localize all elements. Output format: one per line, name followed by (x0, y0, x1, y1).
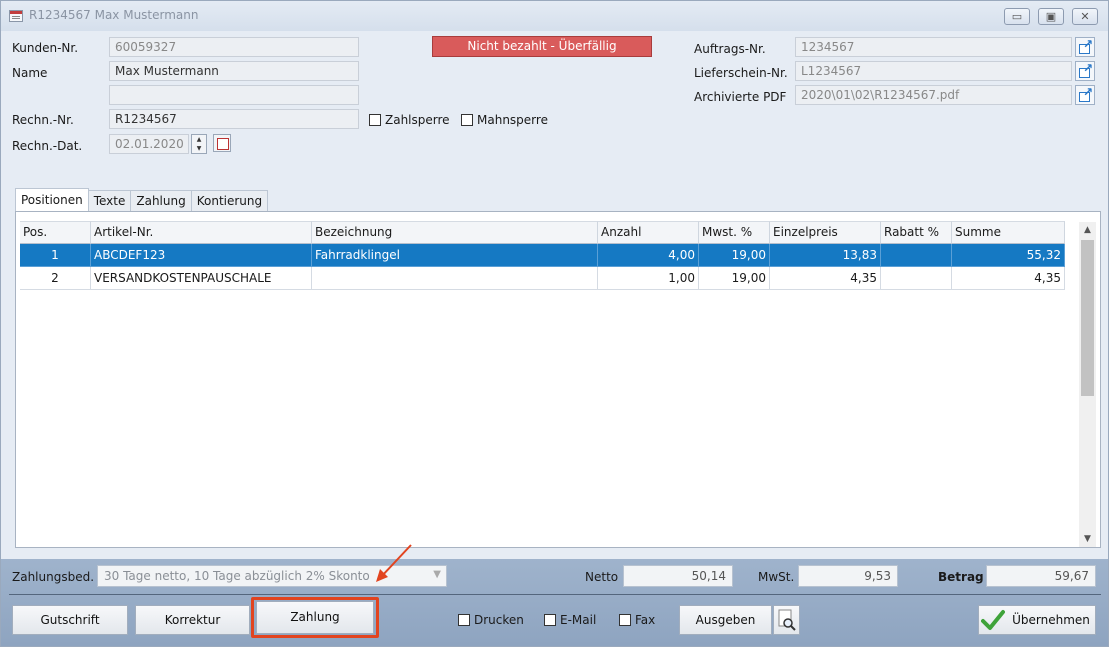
drucken-label: Drucken (474, 613, 524, 627)
col-header-artikel[interactable]: Artikel-Nr. (91, 221, 312, 244)
calendar-icon[interactable] (213, 134, 231, 152)
scroll-up-icon[interactable]: ▲ (1079, 222, 1096, 238)
col-header-einzelpreis[interactable]: Einzelpreis (770, 221, 881, 244)
zahlsperre-label: Zahlsperre (385, 113, 450, 127)
fax-checkbox-box[interactable] (619, 614, 631, 626)
cell-artikel: ABCDEF123 (91, 244, 312, 267)
col-header-bezeichnung[interactable]: Bezeichnung (312, 221, 598, 244)
kunden-nr-label: Kunden-Nr. (12, 41, 79, 55)
tab-kontierung[interactable]: Kontierung (190, 190, 269, 211)
name-field[interactable]: Max Mustermann (109, 61, 359, 81)
auftrags-nr-field[interactable]: 1234567 (795, 37, 1072, 57)
open-pdf-icon[interactable] (1075, 85, 1095, 105)
tab-positionen[interactable]: Positionen (15, 188, 89, 211)
lieferschein-nr-field[interactable]: L1234567 (795, 61, 1072, 81)
cell-mwst: 19,00 (699, 244, 770, 267)
email-label: E-Mail (560, 613, 597, 627)
netto-label: Netto (585, 570, 619, 584)
title-bar: R1234567 Max Mustermann ▭ ▣ ✕ (1, 1, 1108, 31)
drucken-checkbox-box[interactable] (458, 614, 470, 626)
annotation-arrow-icon (376, 544, 412, 582)
col-header-mwst[interactable]: Mwst. % (699, 221, 770, 244)
cell-bezeichnung: Fahrradklingel (312, 244, 598, 267)
scrollbar-thumb[interactable] (1081, 240, 1094, 396)
close-button[interactable]: ✕ (1072, 8, 1098, 25)
col-header-rabatt[interactable]: Rabatt % (881, 221, 952, 244)
mwst-field: 9,53 (798, 565, 898, 587)
email-checkbox-box[interactable] (544, 614, 556, 626)
cell-einzelpreis: 13,83 (770, 244, 881, 267)
cell-pos: 2 (20, 267, 91, 290)
cell-anzahl: 4,00 (598, 244, 699, 267)
highlight-box (251, 597, 379, 638)
cell-bezeichnung (312, 267, 598, 290)
drucken-checkbox[interactable]: Drucken (458, 613, 524, 627)
cell-pos: 1 (20, 244, 91, 267)
gutschrift-button[interactable]: Gutschrift (12, 605, 128, 635)
invoice-window: R1234567 Max Mustermann ▭ ▣ ✕ Kunden-Nr.… (0, 0, 1109, 647)
fax-checkbox[interactable]: Fax (619, 613, 655, 627)
minimize-button[interactable]: ▭ (1004, 8, 1030, 25)
scroll-down-icon[interactable]: ▼ (1079, 531, 1096, 547)
date-spinner[interactable]: ▲ ▼ (191, 134, 207, 154)
archiv-pdf-label: Archivierte PDF (694, 90, 787, 104)
maximize-button[interactable]: ▣ (1038, 8, 1064, 25)
archiv-pdf-field[interactable]: 2020\01\02\R1234567.pdf (795, 85, 1072, 105)
window-title: R1234567 Max Mustermann (29, 8, 199, 22)
rechn-nr-label: Rechn.-Nr. (12, 113, 74, 127)
col-header-summe[interactable]: Summe (952, 221, 1065, 244)
print-preview-button[interactable] (773, 605, 800, 635)
kunden-nr-field[interactable]: 60059327 (109, 37, 359, 57)
cell-artikel: VERSANDKOSTENPAUSCHALE (91, 267, 312, 290)
grid-header: Pos. Artikel-Nr. Bezeichnung Anzahl Mwst… (20, 221, 1065, 244)
korrektur-button[interactable]: Korrektur (135, 605, 250, 635)
col-header-pos[interactable]: Pos. (20, 221, 91, 244)
tab-zahlung[interactable]: Zahlung (130, 190, 192, 211)
auftrags-nr-label: Auftrags-Nr. (694, 42, 766, 56)
mahnsperre-checkbox[interactable]: Mahnsperre (461, 113, 548, 127)
rechn-nr-field[interactable]: R1234567 (109, 109, 359, 129)
cell-mwst: 19,00 (699, 267, 770, 290)
zahlungsbed-value: 30 Tage netto, 10 Tage abzüglich 2% Skon… (104, 569, 370, 583)
window-app-icon (9, 10, 23, 22)
status-badge: Nicht bezahlt - Überfällig (432, 36, 652, 57)
name-label: Name (12, 66, 48, 80)
cell-summe: 4,35 (952, 267, 1065, 290)
chevron-down-icon: ▼ (433, 569, 441, 580)
fax-label: Fax (635, 613, 656, 627)
rechn-dat-label: Rechn.-Dat. (12, 139, 83, 153)
mwst-label: MwSt. (758, 570, 795, 584)
open-auftrag-icon[interactable] (1075, 37, 1095, 57)
zahlungsbed-label: Zahlungsbed. (12, 570, 95, 584)
magnifier-icon (778, 609, 796, 631)
betrag-field: 59,67 (986, 565, 1096, 587)
cell-rabatt (881, 267, 952, 290)
cell-rabatt (881, 244, 952, 267)
col-header-anzahl[interactable]: Anzahl (598, 221, 699, 244)
checkmark-icon (981, 610, 1005, 630)
mahnsperre-label: Mahnsperre (477, 113, 548, 127)
footer-divider (9, 594, 1101, 595)
betrag-label: Betrag (938, 570, 984, 584)
positions-grid: Pos. Artikel-Nr. Bezeichnung Anzahl Mwst… (15, 211, 1101, 548)
cell-anzahl: 1,00 (598, 267, 699, 290)
tab-texte[interactable]: Texte (87, 190, 132, 211)
table-row[interactable]: 1 ABCDEF123 Fahrradklingel 4,00 19,00 13… (20, 244, 1065, 267)
ausgeben-button[interactable]: Ausgeben (679, 605, 772, 635)
lieferschein-nr-label: Lieferschein-Nr. (694, 66, 788, 80)
zahlsperre-checkbox[interactable]: Zahlsperre (369, 113, 450, 127)
open-lieferschein-icon[interactable] (1075, 61, 1095, 81)
uebernehmen-label: Übernehmen (1012, 613, 1090, 627)
table-row[interactable]: 2 VERSANDKOSTENPAUSCHALE 1,00 19,00 4,35… (20, 267, 1065, 290)
cell-summe: 55,32 (952, 244, 1065, 267)
mahnsperre-checkbox-box[interactable] (461, 114, 473, 126)
rechn-dat-field[interactable]: 02.01.2020 (109, 134, 189, 154)
name2-field[interactable] (109, 85, 359, 105)
tab-bar: Positionen Texte Zahlung Kontierung (15, 188, 269, 211)
email-checkbox[interactable]: E-Mail (544, 613, 596, 627)
zahlsperre-checkbox-box[interactable] (369, 114, 381, 126)
cell-einzelpreis: 4,35 (770, 267, 881, 290)
netto-field: 50,14 (623, 565, 733, 587)
vertical-scrollbar[interactable]: ▲ ▼ (1079, 222, 1096, 547)
